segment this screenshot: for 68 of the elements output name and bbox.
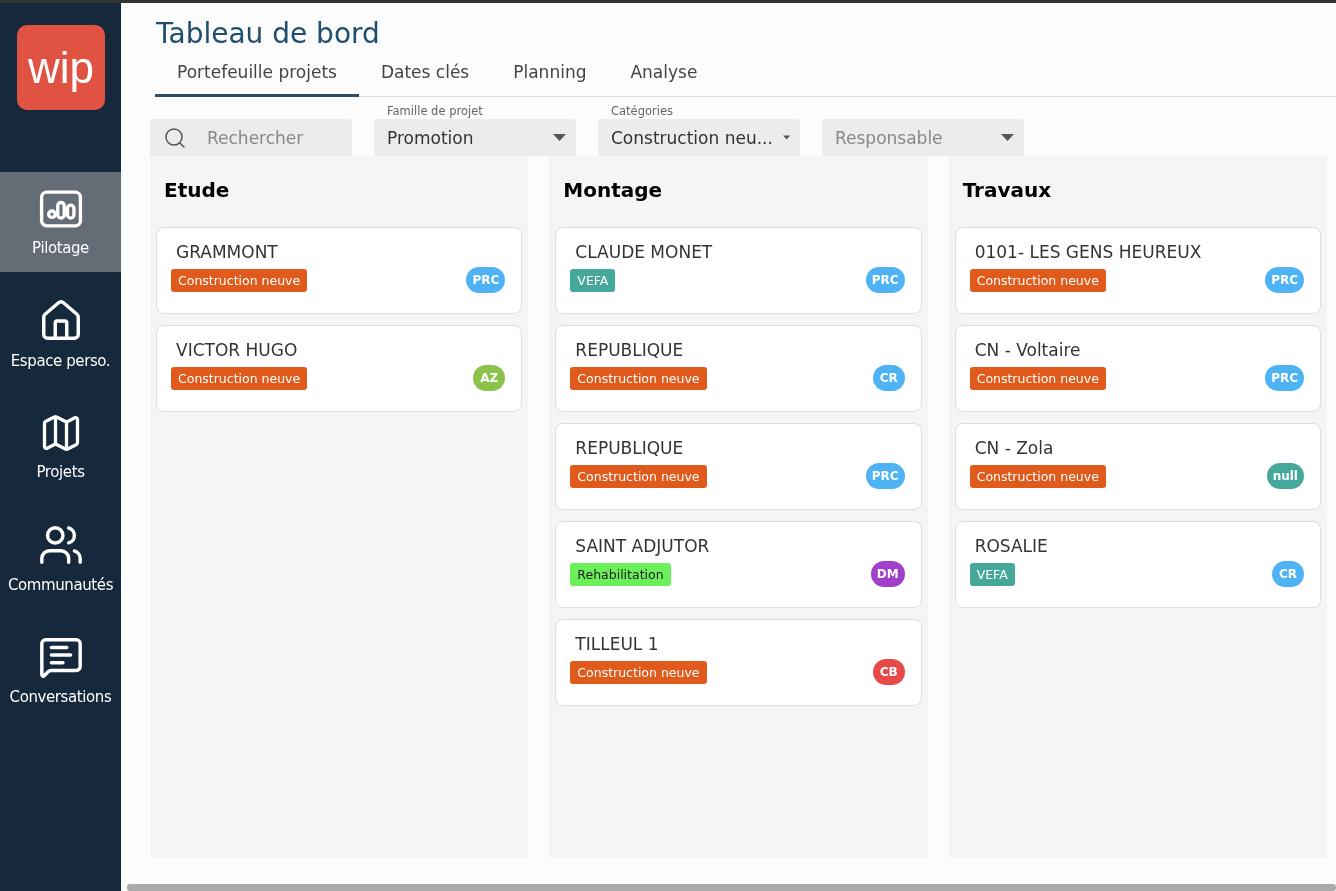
nav-item[interactable]: Conversations (0, 620, 121, 720)
tab[interactable]: Portefeuille projets (155, 56, 359, 97)
avatar: PRC (865, 463, 905, 489)
column-title: Travaux (962, 178, 1053, 202)
avatar: CR (1272, 561, 1304, 587)
page-title: Tableau de bord (156, 17, 381, 50)
dropdown[interactable]: Construction neu... (598, 119, 800, 156)
avatar: PRC (1265, 267, 1304, 293)
avatar: PRC (466, 267, 506, 293)
nav-item[interactable]: Pilotage (0, 172, 121, 272)
nav-item[interactable]: Espace perso. (0, 284, 121, 384)
project-name: CN - Zola (973, 438, 1055, 458)
project-card[interactable]: CN - Voltaire Construction neuve PRC (954, 325, 1321, 412)
scrollbar[interactable] (127, 884, 1336, 891)
nav-item[interactable]: Projets (0, 396, 121, 496)
tab[interactable]: Planning (491, 56, 609, 97)
tab[interactable]: Analyse (608, 56, 720, 97)
field-label: Famille de projet (387, 104, 483, 118)
project-name: CN - Voltaire (973, 340, 1082, 360)
category-tag: Construction neuve (570, 464, 707, 488)
category-tag: Construction neuve (969, 366, 1106, 390)
category-tag: Rehabilitation (570, 562, 671, 586)
project-card[interactable]: CN - Zola Construction neuve null (954, 423, 1321, 510)
project-name: 0101- LES GENS HEUREUX (973, 242, 1203, 262)
project-name: REPUBLIQUE (574, 438, 685, 458)
project-card[interactable]: REPUBLIQUE Construction neuve PRC (555, 423, 922, 510)
category-tag: Construction neuve (570, 660, 707, 684)
project-card[interactable]: CLAUDE MONET VEFA PRC (555, 227, 922, 314)
project-name: TILLEUL 1 (574, 634, 660, 654)
column-title: Etude (164, 178, 231, 202)
caret-icon (782, 134, 790, 141)
chart-icon (38, 187, 83, 231)
column-title: Montage (563, 178, 664, 202)
category-tag: Construction neuve (570, 366, 707, 390)
project-card[interactable]: ROSALIE VEFA CR (954, 521, 1321, 608)
avatar: null (1266, 463, 1304, 489)
avatar: PRC (1265, 365, 1304, 391)
project-card[interactable]: 0101- LES GENS HEUREUX Construction neuve PRC (954, 227, 1321, 314)
project-card[interactable]: REPUBLIQUE Construction neuve CR (555, 325, 922, 412)
project-card[interactable]: VICTOR HUGO Construction neuve AZ (156, 325, 523, 412)
avatar: CR (872, 365, 905, 391)
project-name: ROSALIE (973, 536, 1049, 556)
tab[interactable]: Dates clés (358, 56, 492, 97)
avatar: AZ (473, 365, 506, 391)
category-tag: Construction neuve (969, 268, 1106, 292)
project-name: SAINT ADJUTOR (574, 536, 711, 556)
avatar: PRC (865, 267, 905, 293)
project-name: CLAUDE MONET (574, 242, 714, 262)
project-name: GRAMMONT (175, 242, 279, 262)
category-tag: VEFA (570, 268, 616, 292)
project-card[interactable]: TILLEUL 1 Construction neuve CB (555, 619, 922, 706)
project-name: VICTOR HUGO (175, 340, 299, 360)
caret-icon (553, 134, 566, 141)
caret-icon (1001, 134, 1014, 141)
nav-item[interactable]: Communautés (0, 508, 121, 608)
category-tag: VEFA (969, 562, 1015, 586)
logo: wip (17, 25, 105, 110)
project-card[interactable]: SAINT ADJUTOR Rehabilitation DM (555, 521, 922, 608)
dropdown[interactable]: Promotion (374, 119, 576, 156)
search-icon (163, 125, 187, 150)
avatar: CB (872, 659, 905, 685)
avatar: DM (870, 561, 905, 587)
field-label: Catégories (611, 104, 673, 118)
project-name: REPUBLIQUE (574, 340, 685, 360)
category-tag: Construction neuve (171, 268, 308, 292)
category-tag: Construction neuve (171, 366, 308, 390)
project-card[interactable]: GRAMMONT Construction neuve PRC (156, 227, 523, 314)
category-tag: Construction neuve (969, 464, 1106, 488)
